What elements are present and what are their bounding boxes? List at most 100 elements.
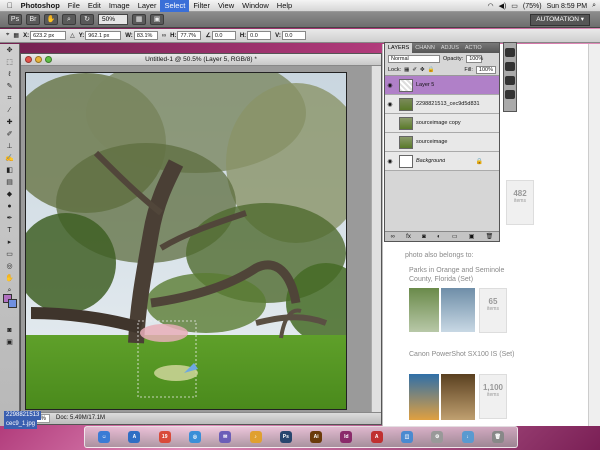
- minimize-window-button[interactable]: [35, 56, 42, 63]
- type-tool-icon[interactable]: T: [3, 226, 17, 236]
- lasso-tool-icon[interactable]: ℓ: [3, 70, 17, 80]
- menu-layer[interactable]: Layer: [134, 0, 161, 12]
- h-skew-input[interactable]: 0.0: [247, 31, 272, 40]
- oak-tree-photo[interactable]: [6, 53, 366, 409]
- clock[interactable]: Sun 8:59 PM: [547, 3, 587, 10]
- bridge-icon[interactable]: Br: [26, 14, 40, 25]
- items-count-box-3[interactable]: 1,100 items: [479, 374, 507, 419]
- add-mask-icon[interactable]: ◙: [422, 232, 426, 241]
- canvas[interactable]: [6, 53, 366, 410]
- desktop-file[interactable]: 2298821513 cec9_1.jpg: [4, 411, 52, 435]
- acrobat-icon[interactable]: A: [370, 431, 383, 443]
- y-input[interactable]: 962.1 px: [85, 31, 122, 40]
- menu-file[interactable]: File: [64, 0, 84, 12]
- dodge-tool-icon[interactable]: ●: [3, 202, 17, 212]
- close-window-button[interactable]: [25, 56, 32, 63]
- volume-icon[interactable]: ◀): [499, 2, 507, 10]
- items-count-box-1[interactable]: 482 items: [506, 180, 534, 225]
- link-icon[interactable]: ∞: [162, 33, 166, 39]
- document-title-bar[interactable]: Untitled-1 @ 50.5% (Layer 5, RGB/8) *: [21, 54, 381, 66]
- ical-icon[interactable]: 19: [158, 431, 171, 443]
- set-thumbnail-canon-1[interactable]: [409, 374, 439, 420]
- app-store-icon[interactable]: A: [128, 431, 141, 443]
- doc-size-info[interactable]: Doc: 5.49M/17.1M: [56, 413, 105, 424]
- itunes-icon[interactable]: ♪: [249, 431, 262, 443]
- link-layers-icon[interactable]: ∞: [391, 232, 395, 241]
- angle-input[interactable]: 0.0: [211, 31, 236, 40]
- background-color-swatch[interactable]: [8, 299, 17, 308]
- hand-tool-icon[interactable]: ✋: [3, 274, 17, 284]
- layer-row[interactable]: ◉ Background 🔒: [385, 152, 499, 171]
- hand-tool-icon[interactable]: ✋: [44, 14, 58, 25]
- eye-icon[interactable]: ◉: [385, 158, 395, 165]
- blur-tool-icon[interactable]: ◆: [3, 190, 17, 200]
- shape-tool-icon[interactable]: ▭: [3, 250, 17, 260]
- tab-adjustments[interactable]: ADJUS: [438, 43, 462, 53]
- workspace-switcher[interactable]: AUTOMATION ▾: [530, 14, 590, 26]
- fill-input[interactable]: 100%: [475, 66, 496, 74]
- path-select-tool-icon[interactable]: ▸: [3, 238, 17, 248]
- rotate-view-icon[interactable]: ↻: [80, 14, 94, 25]
- menu-help[interactable]: Help: [273, 0, 296, 12]
- mail-icon[interactable]: ✉: [219, 431, 232, 443]
- battery-icon[interactable]: ▭: [511, 2, 518, 10]
- layer-row[interactable]: ◉ 2298821513_cec9d5d831: [385, 95, 499, 114]
- lock-position-icon[interactable]: ✥: [420, 67, 425, 73]
- items-count-box-2[interactable]: 65 items: [479, 288, 507, 333]
- set-link-canon[interactable]: Canon PowerShot SX100 IS (Set): [409, 350, 529, 359]
- lock-pixels-icon[interactable]: ✐: [412, 67, 417, 73]
- x-input[interactable]: 623.2 px: [30, 31, 67, 40]
- gradient-tool-icon[interactable]: ▤: [3, 178, 17, 188]
- new-group-icon[interactable]: ▭: [452, 232, 458, 241]
- styles-panel-icon[interactable]: [505, 90, 515, 99]
- browser-scrollbar[interactable]: [588, 44, 600, 426]
- photoshop-icon[interactable]: Ps: [279, 431, 292, 443]
- set-thumbnail-parks-1[interactable]: [409, 288, 439, 332]
- downloads-icon[interactable]: ↓: [461, 431, 474, 443]
- screen-mode-icon[interactable]: ▣: [150, 14, 164, 25]
- transform-tool-icon[interactable]: ⌖: [6, 32, 9, 39]
- crop-tool-icon[interactable]: ⌗: [3, 94, 17, 104]
- eye-icon[interactable]: ◉: [385, 82, 395, 89]
- delta-icon[interactable]: △: [70, 32, 75, 39]
- w-input[interactable]: 83.1%: [133, 31, 158, 40]
- quick-mask-icon[interactable]: ◙: [3, 326, 17, 336]
- screen-mode-icon[interactable]: ▣: [3, 338, 17, 348]
- blend-mode-select[interactable]: Normal: [388, 55, 440, 63]
- indesign-icon[interactable]: Id: [340, 431, 353, 443]
- tab-actions[interactable]: ACTIO: [462, 43, 485, 53]
- h-input[interactable]: 77.7%: [177, 31, 202, 40]
- brush-tool-icon[interactable]: ✐: [3, 130, 17, 140]
- apple-menu[interactable]: : [3, 0, 17, 12]
- eyedropper-tool-icon[interactable]: ⁄: [3, 106, 17, 116]
- 3d-rotate-tool-icon[interactable]: ◎: [3, 262, 17, 272]
- v-skew-input[interactable]: 0.0: [281, 31, 306, 40]
- opacity-input[interactable]: 100%: [466, 55, 483, 63]
- menu-window[interactable]: Window: [238, 0, 273, 12]
- wifi-icon[interactable]: ◠: [487, 2, 493, 10]
- arrange-documents-icon[interactable]: ▦: [132, 14, 146, 25]
- healing-tool-icon[interactable]: ✚: [3, 118, 17, 128]
- marquee-tool-icon[interactable]: ⬚: [3, 58, 17, 68]
- adjustment-layer-icon[interactable]: ◐: [437, 232, 441, 241]
- history-brush-icon[interactable]: ✍: [3, 154, 17, 164]
- move-tool-icon[interactable]: ✥: [3, 46, 17, 56]
- layer-row[interactable]: ◉ Layer 5: [385, 76, 499, 95]
- menu-view[interactable]: View: [214, 0, 238, 12]
- zoom-level-select[interactable]: 50%: [98, 14, 128, 25]
- tab-layers[interactable]: LAYERS: [385, 43, 413, 53]
- stamp-tool-icon[interactable]: ⊥: [3, 142, 17, 152]
- safari-icon[interactable]: ◎: [188, 431, 201, 443]
- zoom-window-button[interactable]: [45, 56, 52, 63]
- color-panel-icon[interactable]: [505, 62, 515, 71]
- finder-icon[interactable]: ☺: [98, 431, 111, 443]
- reference-point-icon[interactable]: ▦: [13, 32, 19, 39]
- layer-row[interactable]: sourceimage: [385, 133, 499, 152]
- menu-select[interactable]: Select: [160, 0, 190, 12]
- menu-filter[interactable]: Filter: [189, 0, 214, 12]
- pen-tool-icon[interactable]: ✒: [3, 214, 17, 224]
- trash-icon[interactable]: 🗑: [486, 232, 494, 241]
- zoom-tool-icon[interactable]: ⌕: [62, 14, 76, 25]
- menu-image[interactable]: Image: [105, 0, 134, 12]
- eraser-tool-icon[interactable]: ◧: [3, 166, 17, 176]
